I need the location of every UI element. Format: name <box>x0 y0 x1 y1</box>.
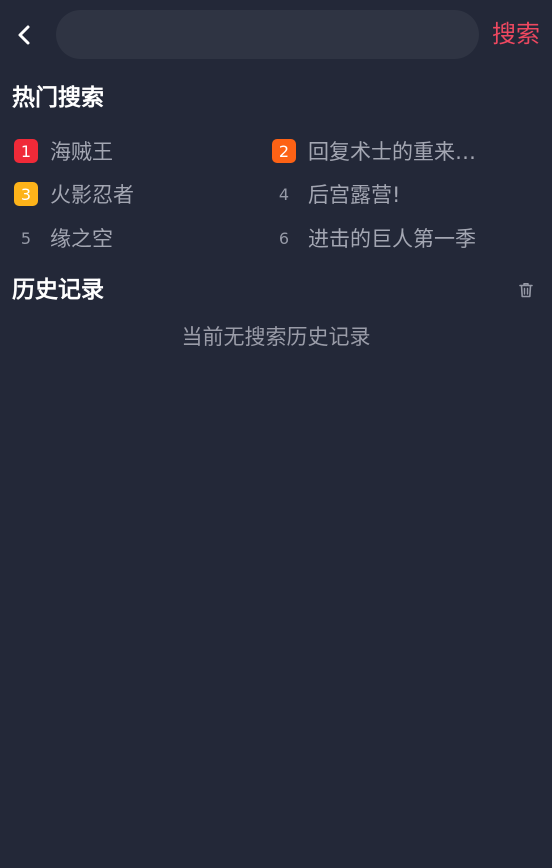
rank-badge-1: 1 <box>14 139 38 163</box>
hot-search-item-label: 缘之空 <box>50 227 113 251</box>
history-empty-message: 当前无搜索历史记录 <box>181 325 371 349</box>
hot-search-item[interactable]: 5 缘之空 <box>14 223 113 253</box>
hot-search-item[interactable]: 6 进击的巨人第一季 <box>272 223 476 253</box>
hot-search-item-label: 火影忍者 <box>50 183 134 207</box>
hot-search-item[interactable]: 1 海贼王 <box>14 136 113 166</box>
rank-badge-2: 2 <box>272 139 296 163</box>
search-button[interactable]: 搜索 <box>492 17 540 51</box>
trash-icon <box>519 283 533 298</box>
hot-search-item-label: 后宫露营! <box>308 183 401 207</box>
hot-search-item[interactable]: 2 回复术士的重来… <box>272 136 476 166</box>
chevron-left-icon <box>18 25 30 45</box>
hot-search-item[interactable]: 3 火影忍者 <box>14 179 134 209</box>
history-title: 历史记录 <box>12 277 104 303</box>
hot-search-item-label: 海贼王 <box>50 140 113 164</box>
hot-search-item-label: 回复术士的重来… <box>308 140 476 164</box>
search-box[interactable] <box>56 10 479 59</box>
rank-number-5: 5 <box>20 228 32 248</box>
back-button[interactable] <box>8 18 40 52</box>
hot-search-item[interactable]: 4 后宫露营! <box>272 179 401 209</box>
top-bar: 搜索 <box>0 0 552 70</box>
rank-badge-3: 3 <box>14 182 38 206</box>
hot-search-item-label: 进击的巨人第一季 <box>308 227 476 251</box>
hot-search-title: 热门搜索 <box>12 85 104 111</box>
search-input[interactable] <box>56 10 479 59</box>
clear-history-button[interactable] <box>515 279 537 301</box>
rank-number-4: 4 <box>278 184 290 204</box>
rank-number-6: 6 <box>278 228 290 248</box>
